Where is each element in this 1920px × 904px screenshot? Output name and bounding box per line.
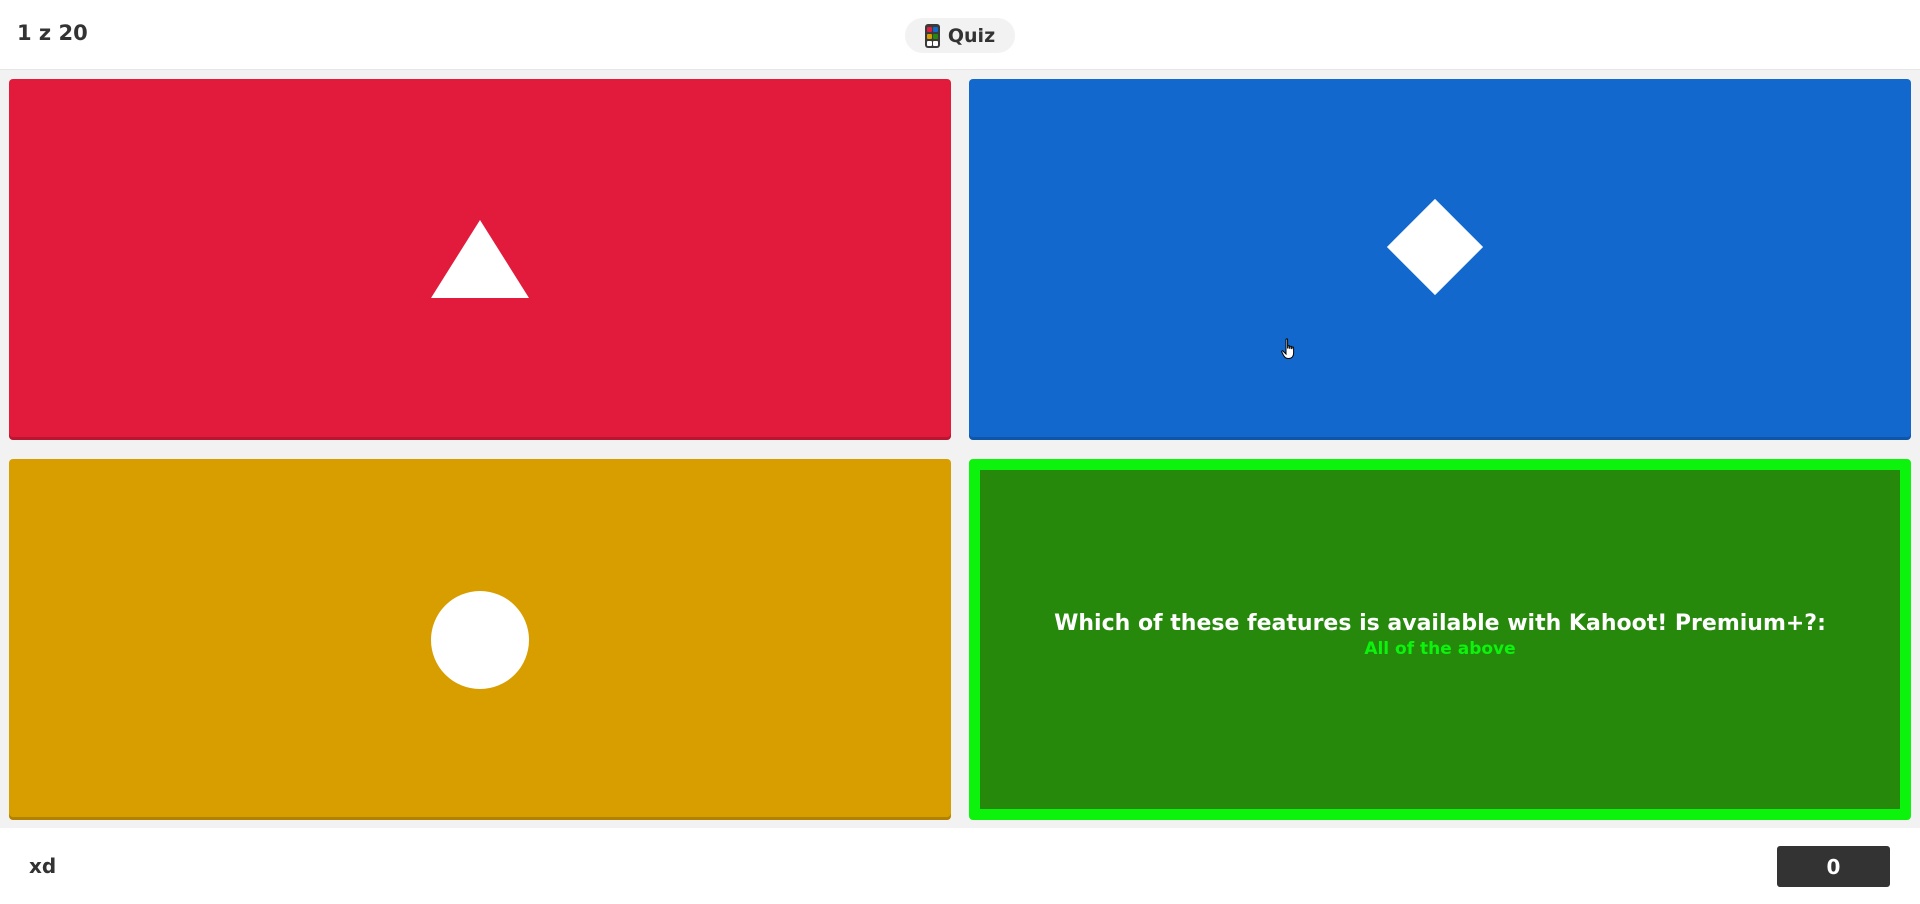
game-type-label: Quiz (947, 24, 996, 47)
answer-button-blue-diamond[interactable] (969, 79, 1911, 440)
game-type-badge: Quiz (905, 18, 1015, 53)
answer-button-green-square-correct[interactable]: Which of these features is available wit… (969, 459, 1911, 820)
circle-icon (431, 591, 529, 689)
correct-answer-text: All of the above (1364, 639, 1516, 659)
triangle-icon (431, 220, 529, 298)
hand-pointer-cursor-icon (1281, 338, 1295, 359)
answer-button-red-triangle[interactable] (9, 79, 951, 440)
quiz-icon (924, 23, 940, 48)
answer-grid: Which of these features is available wit… (0, 71, 1920, 828)
result-text: Which of these features is available wit… (980, 610, 1900, 660)
top-bar: 1 z 20 Quiz (0, 0, 1920, 70)
bottom-bar: xd 0 (0, 828, 1920, 904)
question-counter: 1 z 20 (17, 21, 88, 45)
answer-button-yellow-circle[interactable] (9, 459, 951, 820)
diamond-icon (1386, 198, 1484, 296)
question-text: Which of these features is available wit… (1054, 611, 1826, 636)
player-name: xd (29, 854, 57, 878)
score-badge: 0 (1777, 846, 1890, 887)
